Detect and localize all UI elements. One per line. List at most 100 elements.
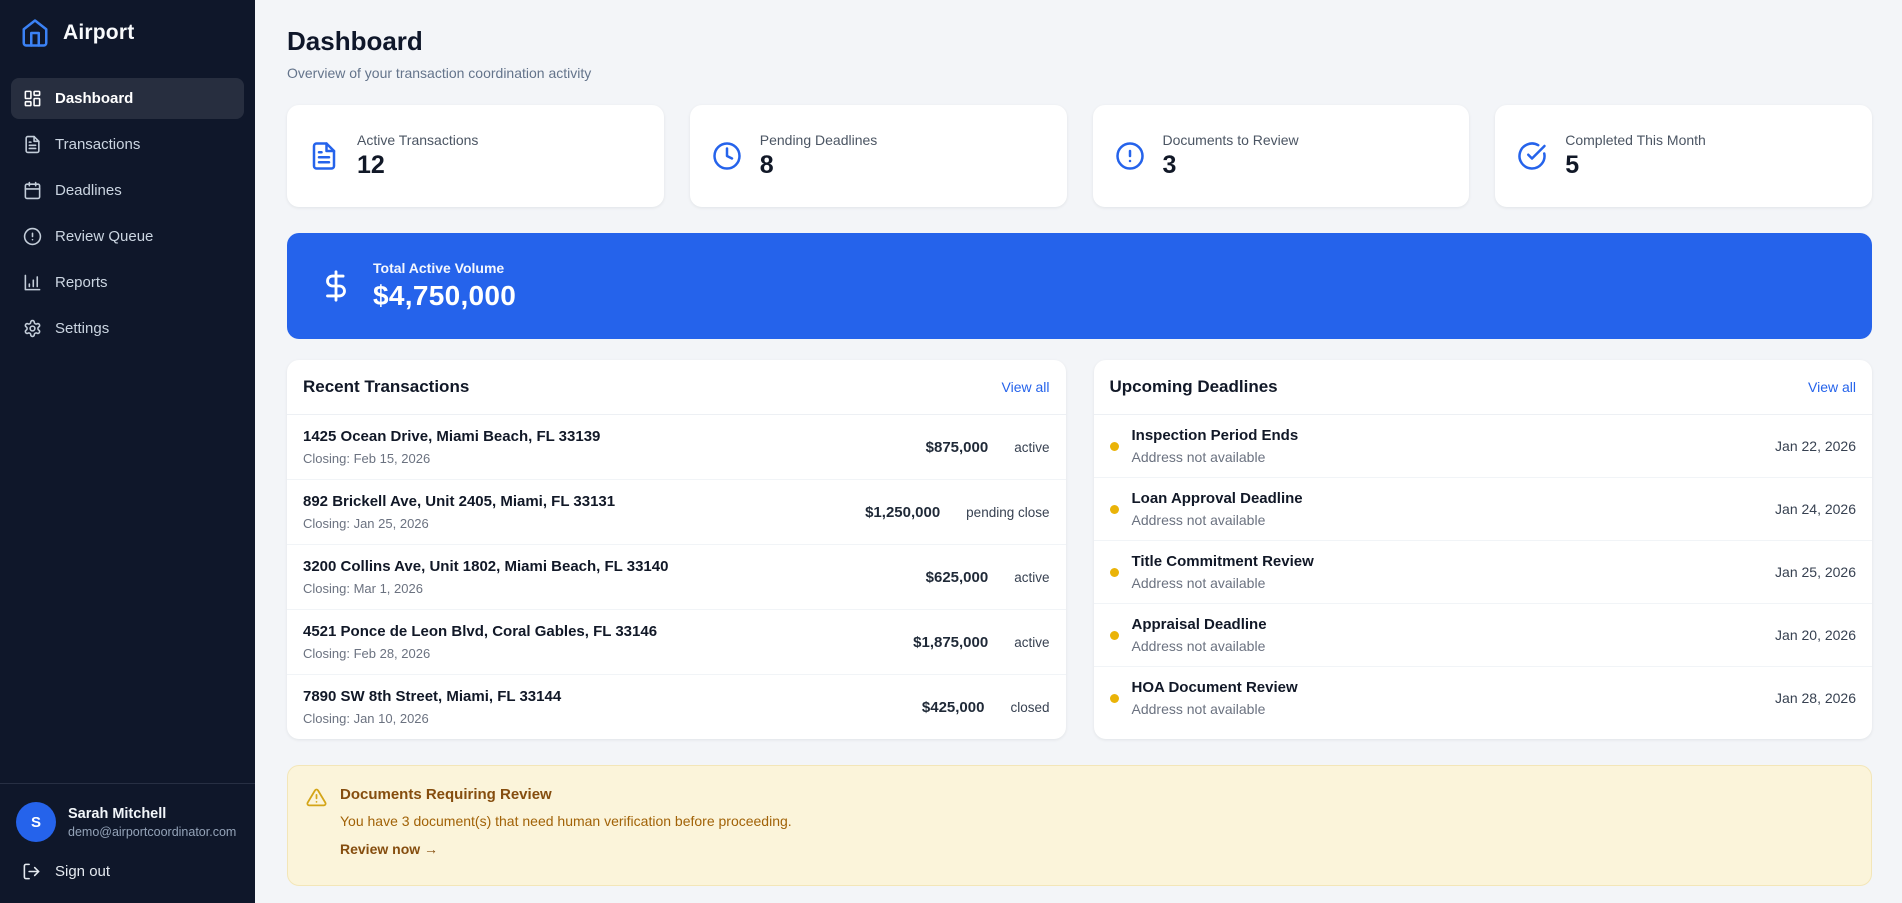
table-row[interactable]: 3200 Collins Ave, Unit 1802, Miami Beach… (287, 545, 1066, 610)
sidebar-item-settings[interactable]: Settings (11, 308, 244, 349)
deadline-status-dot (1110, 505, 1119, 514)
app-logo: Airport (0, 0, 255, 68)
transaction-status: active (1014, 570, 1049, 585)
table-row[interactable]: 4521 Ponce de Leon Blvd, Coral Gables, F… (287, 610, 1066, 675)
deadline-title: Appraisal Deadline (1132, 616, 1776, 633)
transaction-address: 4521 Ponce de Leon Blvd, Coral Gables, F… (303, 623, 657, 640)
view-all-transactions-link[interactable]: View all (1002, 379, 1050, 395)
review-banner-title: Documents Requiring Review (340, 786, 792, 803)
deadline-date: Jan 28, 2026 (1775, 690, 1856, 706)
deadline-subtitle: Address not available (1132, 701, 1776, 717)
file-text-icon (309, 141, 339, 171)
clock-icon (712, 141, 742, 171)
sidebar-item-dashboard[interactable]: Dashboard (11, 78, 244, 119)
transaction-price: $625,000 (926, 569, 989, 586)
transaction-status: active (1014, 635, 1049, 650)
volume-value: $4,750,000 (373, 280, 516, 312)
deadline-title: Title Commitment Review (1132, 553, 1776, 570)
bar-chart-icon (23, 273, 42, 292)
stat-card-completed-this-month: Completed This Month 5 (1495, 105, 1872, 207)
deadline-subtitle: Address not available (1132, 449, 1776, 465)
transaction-closing: Closing: Feb 28, 2026 (303, 646, 657, 661)
transaction-address: 1425 Ocean Drive, Miami Beach, FL 33139 (303, 428, 600, 445)
deadline-status-dot (1110, 631, 1119, 640)
alert-circle-icon (23, 227, 42, 246)
total-volume-banner: Total Active Volume $4,750,000 (287, 233, 1872, 339)
alert-circle-icon (1115, 141, 1145, 171)
deadline-status-dot (1110, 568, 1119, 577)
sidebar-nav: Dashboard Transactions Deadlines Review … (0, 68, 255, 359)
list-item[interactable]: Loan Approval Deadline Address not avail… (1094, 478, 1873, 541)
sidebar-item-label: Deadlines (55, 182, 122, 199)
transaction-closing: Closing: Jan 10, 2026 (303, 711, 561, 726)
transaction-closing: Closing: Mar 1, 2026 (303, 581, 668, 596)
stat-value: 5 (1565, 151, 1706, 180)
table-row[interactable]: 1425 Ocean Drive, Miami Beach, FL 33139 … (287, 415, 1066, 480)
sidebar-item-reports[interactable]: Reports (11, 262, 244, 303)
transaction-price: $425,000 (922, 699, 985, 716)
page-subtitle: Overview of your transaction coordinatio… (287, 65, 1872, 81)
transaction-closing: Closing: Feb 15, 2026 (303, 451, 600, 466)
panels-row: Recent Transactions View all 1425 Ocean … (287, 360, 1872, 739)
deadline-title: Inspection Period Ends (1132, 427, 1776, 444)
transaction-address: 3200 Collins Ave, Unit 1802, Miami Beach… (303, 558, 668, 575)
transaction-status: active (1014, 440, 1049, 455)
main-content: Dashboard Overview of your transaction c… (255, 0, 1902, 903)
deadline-subtitle: Address not available (1132, 575, 1776, 591)
user-name: Sarah Mitchell (68, 806, 236, 822)
sidebar-item-deadlines[interactable]: Deadlines (11, 170, 244, 211)
deadline-status-dot (1110, 694, 1119, 703)
view-all-deadlines-link[interactable]: View all (1808, 379, 1856, 395)
table-row[interactable]: 7890 SW 8th Street, Miami, FL 33144 Clos… (287, 675, 1066, 739)
stat-label: Active Transactions (357, 132, 478, 148)
transaction-closing: Closing: Jan 25, 2026 (303, 516, 615, 531)
stat-card-pending-deadlines: Pending Deadlines 8 (690, 105, 1067, 207)
stat-card-active-transactions: Active Transactions 12 (287, 105, 664, 207)
gear-icon (23, 319, 42, 338)
documents-review-banner: Documents Requiring Review You have 3 do… (287, 765, 1872, 886)
sidebar-footer: S Sarah Mitchell demo@airportcoordinator… (0, 783, 255, 903)
deadline-title: Loan Approval Deadline (1132, 490, 1776, 507)
recent-transactions-panel: Recent Transactions View all 1425 Ocean … (287, 360, 1066, 739)
check-circle-icon (1517, 141, 1547, 171)
stat-label: Documents to Review (1163, 132, 1299, 148)
list-item[interactable]: Inspection Period Ends Address not avail… (1094, 415, 1873, 478)
table-row[interactable]: 892 Brickell Ave, Unit 2405, Miami, FL 3… (287, 480, 1066, 545)
stat-card-documents-to-review: Documents to Review 3 (1093, 105, 1470, 207)
page-title: Dashboard (287, 26, 1872, 57)
stat-value: 12 (357, 151, 478, 180)
panel-header: Upcoming Deadlines View all (1094, 360, 1873, 415)
calendar-icon (23, 181, 42, 200)
stat-label: Pending Deadlines (760, 132, 878, 148)
file-text-icon (23, 135, 42, 154)
deadline-date: Jan 25, 2026 (1775, 564, 1856, 580)
sidebar-item-label: Dashboard (55, 90, 133, 107)
sidebar-item-label: Reports (55, 274, 108, 291)
stat-value: 3 (1163, 151, 1299, 180)
review-banner-message: You have 3 document(s) that need human v… (340, 813, 792, 829)
panel-title: Recent Transactions (303, 377, 469, 397)
review-now-link[interactable]: Review now → (340, 841, 792, 857)
sign-out-button[interactable]: Sign out (16, 862, 239, 881)
panel-title: Upcoming Deadlines (1110, 377, 1278, 397)
list-item[interactable]: HOA Document Review Address not availabl… (1094, 667, 1873, 729)
warning-triangle-icon (306, 787, 327, 808)
dollar-icon (319, 269, 353, 303)
transaction-address: 7890 SW 8th Street, Miami, FL 33144 (303, 688, 561, 705)
deadline-title: HOA Document Review (1132, 679, 1776, 696)
deadline-date: Jan 20, 2026 (1775, 627, 1856, 643)
stats-row: Active Transactions 12 Pending Deadlines… (287, 105, 1872, 207)
sidebar-item-transactions[interactable]: Transactions (11, 124, 244, 165)
transaction-price: $875,000 (926, 439, 989, 456)
list-item[interactable]: Title Commitment Review Address not avai… (1094, 541, 1873, 604)
volume-label: Total Active Volume (373, 260, 516, 276)
sidebar-item-review-queue[interactable]: Review Queue (11, 216, 244, 257)
home-icon (20, 18, 50, 48)
upcoming-deadlines-panel: Upcoming Deadlines View all Inspection P… (1094, 360, 1873, 739)
list-item[interactable]: Appraisal Deadline Address not available… (1094, 604, 1873, 667)
transaction-status: closed (1010, 700, 1049, 715)
transaction-address: 892 Brickell Ave, Unit 2405, Miami, FL 3… (303, 493, 615, 510)
deadline-status-dot (1110, 442, 1119, 451)
stat-label: Completed This Month (1565, 132, 1706, 148)
deadline-date: Jan 22, 2026 (1775, 438, 1856, 454)
